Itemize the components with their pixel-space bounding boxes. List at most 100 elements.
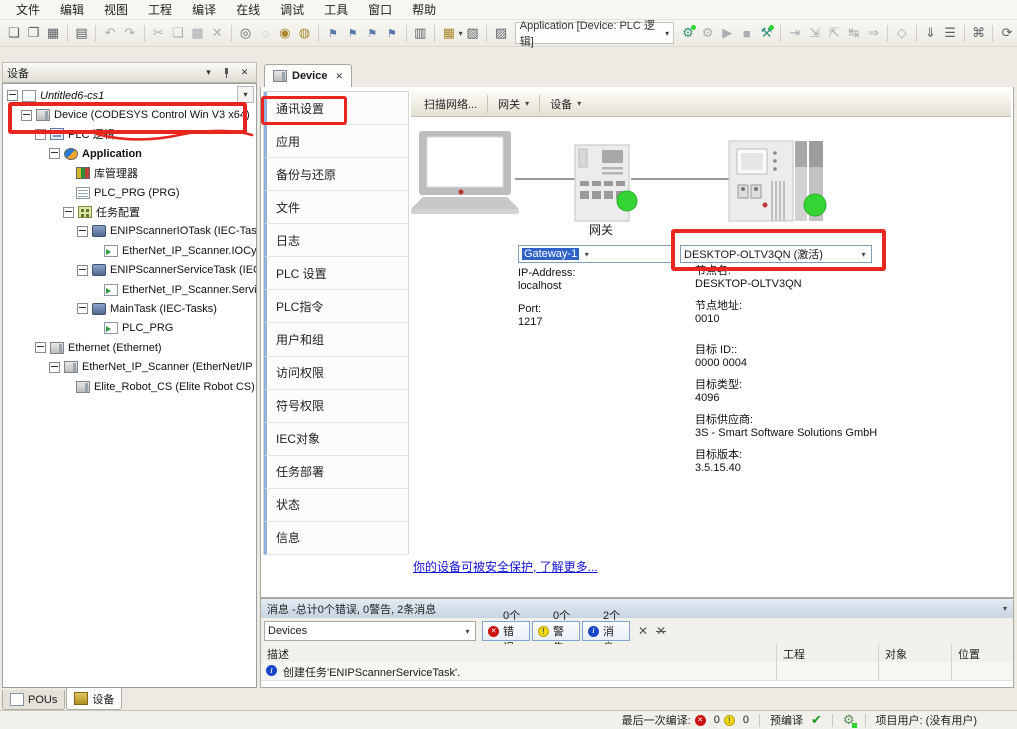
tree-item-main-task[interactable]: MainTask (IEC-Tasks) xyxy=(3,299,256,318)
tree-item-plc-prg[interactable]: PLC_PRG (PRG) xyxy=(3,183,256,202)
tree-item-application[interactable]: Application xyxy=(3,144,256,163)
panel-pin-icon[interactable] xyxy=(219,66,234,80)
menu-file[interactable]: 文件 xyxy=(6,0,50,20)
tree-item-plc-prg-call[interactable]: PLC_PRG xyxy=(3,319,256,338)
column-position[interactable]: 位置 xyxy=(958,646,980,662)
menu-debug[interactable]: 调试 xyxy=(270,0,314,20)
reset-icon[interactable]: ◇ xyxy=(893,24,911,43)
redo-icon[interactable]: ↷ xyxy=(121,24,139,43)
bookmark-next-icon[interactable]: ⚑ xyxy=(344,24,362,43)
bookmark-toggle-icon[interactable]: ⚑ xyxy=(324,24,342,43)
device-menu-button[interactable]: 设备▾ xyxy=(543,94,588,114)
collapse-icon[interactable] xyxy=(77,265,88,276)
collapse-icon[interactable] xyxy=(49,148,60,159)
build-icon[interactable]: ▦ xyxy=(440,24,458,43)
menu-help[interactable]: 帮助 xyxy=(402,0,446,20)
single-cycle-icon[interactable]: ↹ xyxy=(845,24,863,43)
nav-applications[interactable]: 应用 xyxy=(264,125,408,158)
start-icon[interactable]: ▶ xyxy=(718,24,736,43)
column-object[interactable]: 对象 xyxy=(885,646,907,662)
tab-devices[interactable]: 设备 xyxy=(66,688,122,710)
stop-icon[interactable]: ■ xyxy=(738,24,756,43)
collapse-icon[interactable] xyxy=(77,303,88,314)
print-icon[interactable]: ▤ xyxy=(73,24,91,43)
tree-item-ethernet[interactable]: Ethernet (Ethernet) xyxy=(3,338,256,357)
nav-communication-settings[interactable]: 通讯设置 xyxy=(264,92,408,125)
nav-backup-restore[interactable]: 备份与还原 xyxy=(264,158,408,191)
find-icon[interactable]: ◎ xyxy=(237,24,255,43)
tree-filter-dropdown-icon[interactable]: ▾ xyxy=(237,86,254,103)
tree-item-ethernet-ip-scanner[interactable]: EtherNet_IP_Scanner (EtherNet/IP Scanner… xyxy=(3,357,256,376)
download-all-icon[interactable]: ⇓ xyxy=(922,24,940,43)
copy-icon[interactable]: ❑ xyxy=(169,24,187,43)
active-application-selector[interactable]: Application [Device: PLC 逻辑] ▾ xyxy=(515,22,674,44)
undo-icon[interactable]: ↶ xyxy=(101,24,119,43)
messages-header[interactable]: 消息 -总计0个错误, 0警告, 2条消息 ▾ xyxy=(261,599,1013,618)
dropdown-icon[interactable]: ▾ xyxy=(579,246,594,262)
find-in-project-icon[interactable]: ◉ xyxy=(276,24,294,43)
compare-icon[interactable]: ▥ xyxy=(412,24,430,43)
messages-category-select[interactable]: Devices ▾ xyxy=(264,621,476,641)
cut-icon[interactable]: ✂ xyxy=(149,24,167,43)
target-device-select[interactable]: DESKTOP-OLTV3QN (激活) ▾ xyxy=(680,245,872,263)
logout-icon[interactable]: ⚙ xyxy=(699,24,717,43)
nav-task-deployment[interactable]: 任务部署 xyxy=(264,456,408,489)
nav-plc-settings[interactable]: PLC 设置 xyxy=(264,257,408,290)
generate-code-icon[interactable]: ▧ xyxy=(464,24,482,43)
tree-item-enip-service-task[interactable]: ENIPScannerServiceTask (IEC-Tasks) xyxy=(3,261,256,280)
security-info-link[interactable]: 你的设备可被安全保护, 了解更多... xyxy=(413,560,598,574)
nav-status[interactable]: 状态 xyxy=(264,489,408,522)
tree-item-plc-logic[interactable]: PLC 逻辑 xyxy=(3,125,256,144)
menu-window[interactable]: 窗口 xyxy=(358,0,402,20)
column-description[interactable]: 描述 xyxy=(267,646,289,662)
collapse-icon[interactable] xyxy=(35,342,46,353)
menu-edit[interactable]: 编辑 xyxy=(50,0,94,20)
collapse-icon[interactable] xyxy=(35,129,46,140)
messages-header-dropdown-icon[interactable]: ▾ xyxy=(1003,604,1007,613)
breakpoint-settings-icon[interactable]: ⚒ xyxy=(758,24,776,43)
new-project-icon[interactable]: ❏ xyxy=(5,24,23,43)
nav-files[interactable]: 文件 xyxy=(264,191,408,224)
tree-item-device[interactable]: Device (CODESYS Control Win V3 x64) xyxy=(3,105,256,124)
tree-item-io-cycle[interactable]: EtherNet_IP_Scanner.IOCycle xyxy=(3,241,256,260)
tree-item-enip-io-task[interactable]: ENIPScannerIOTask (IEC-Tasks) xyxy=(3,222,256,241)
clear-all-messages-icon[interactable]: ✕ xyxy=(653,623,669,639)
step-into-icon[interactable]: ⇲ xyxy=(806,24,824,43)
tab-pous[interactable]: POUs xyxy=(2,690,65,710)
tree-item-project[interactable]: Untitled6-cs1 xyxy=(3,86,256,105)
scan-network-button[interactable]: 扫描网络... xyxy=(417,94,484,114)
nav-symbol-rights[interactable]: 符号权限 xyxy=(264,390,408,423)
menu-view[interactable]: 视图 xyxy=(94,0,138,20)
dropdown-icon[interactable]: ▾ xyxy=(460,622,475,640)
dropdown-icon[interactable]: ▾ xyxy=(856,246,871,262)
nav-users-groups[interactable]: 用户和组 xyxy=(264,323,408,356)
run-to-cursor-icon[interactable]: ⇒ xyxy=(865,24,883,43)
nav-plc-shell[interactable]: PLC指令 xyxy=(264,290,408,323)
panel-close-icon[interactable]: ✕ xyxy=(237,66,252,80)
open-project-icon[interactable]: ❐ xyxy=(25,24,43,43)
nav-access-rights[interactable]: 访问权限 xyxy=(264,357,408,390)
tab-device[interactable]: Device ✕ xyxy=(264,64,352,87)
menu-build[interactable]: 编译 xyxy=(182,0,226,20)
nav-log[interactable]: 日志 xyxy=(264,224,408,257)
errors-toggle-button[interactable]: 0个错误 xyxy=(482,621,530,641)
menu-online[interactable]: 在线 xyxy=(226,0,270,20)
messages-toggle-button[interactable]: 2个消息 xyxy=(582,621,630,641)
bookmark-prev-icon[interactable]: ⚑ xyxy=(363,24,381,43)
menu-project[interactable]: 工程 xyxy=(138,0,182,20)
bookmark-clear-icon[interactable]: ⚑ xyxy=(383,24,401,43)
tree-item-task-configuration[interactable]: 任务配置 xyxy=(3,202,256,221)
step-out-icon[interactable]: ⇱ xyxy=(825,24,843,43)
save-icon[interactable]: ▦ xyxy=(44,24,62,43)
store-cart-icon[interactable]: ⌘ xyxy=(970,24,988,43)
build-dropdown-icon[interactable]: ▾ xyxy=(459,29,463,38)
delete-icon[interactable]: ✕ xyxy=(208,24,226,43)
collapse-icon[interactable] xyxy=(21,110,32,121)
gateway-select[interactable]: Gateway-1 ▾ xyxy=(518,245,674,263)
paste-icon[interactable]: ▩ xyxy=(189,24,207,43)
clear-messages-icon[interactable]: ✕ xyxy=(635,623,651,639)
tab-close-icon[interactable]: ✕ xyxy=(335,71,343,82)
collapse-icon[interactable] xyxy=(7,90,18,101)
refresh-check-icon[interactable]: ⟳ xyxy=(998,24,1016,43)
column-project[interactable]: 工程 xyxy=(783,646,805,662)
